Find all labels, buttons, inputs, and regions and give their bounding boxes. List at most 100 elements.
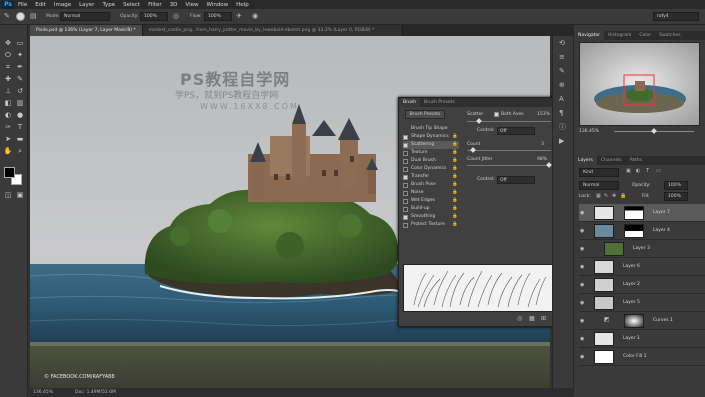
menu-file[interactable]: File [18, 2, 27, 8]
hand-tool-icon[interactable]: ✋ [3, 147, 13, 156]
count-jitter-slider-handle[interactable] [546, 162, 552, 168]
properties-icon[interactable]: ≡ [559, 54, 565, 61]
layer-mask-thumbnail[interactable] [624, 224, 644, 238]
menu-filter[interactable]: Filter [148, 2, 162, 8]
workspace-select[interactable]: rafy4 [653, 12, 699, 21]
lock-icon[interactable]: 🔒 [452, 197, 458, 205]
navigator-preview[interactable] [579, 42, 700, 126]
actions-icon[interactable]: ▶ [559, 138, 564, 145]
scatter-slider-handle[interactable] [476, 118, 482, 124]
menu-3d[interactable]: 3D [170, 2, 178, 8]
layer-name[interactable]: Layer 2 [623, 282, 640, 287]
filter-pixel-icon[interactable]: ▣ [626, 169, 631, 174]
curves-adjustment-icon[interactable]: ◩ [604, 317, 610, 323]
layer-thumbnail[interactable] [594, 224, 614, 238]
layer-thumbnail[interactable] [594, 206, 614, 220]
layer-name[interactable]: Layer 4 [653, 228, 670, 233]
move-tool-icon[interactable]: ✥ [3, 39, 13, 48]
count-slider[interactable] [467, 150, 551, 151]
option-build-up[interactable]: Build-up 🔒 [403, 205, 459, 213]
visibility-eye-icon[interactable]: ◉ [580, 318, 584, 324]
tab-channels[interactable]: Channels [597, 156, 626, 165]
layer-name[interactable]: Layer 3 [633, 246, 650, 251]
tab-paths[interactable]: Paths [626, 156, 646, 165]
status-zoom[interactable]: 136.45% [33, 388, 53, 397]
history-icon[interactable]: ⟲ [559, 40, 565, 47]
clone-source-icon[interactable]: ⊕ [559, 82, 565, 89]
lock-position-icon[interactable]: ✥ [612, 194, 616, 199]
brush-tool-icon[interactable]: ✎ [4, 13, 10, 20]
navigator-zoom-handle[interactable] [651, 128, 657, 134]
visibility-eye-icon[interactable]: ◉ [580, 246, 584, 252]
brush-panel-toggle-icon[interactable]: ▤ [30, 13, 37, 20]
lock-icon[interactable]: 🔒 [452, 213, 458, 221]
option-transfer[interactable]: Transfer 🔒 [403, 173, 459, 181]
lock-icon[interactable]: 🔒 [452, 165, 458, 173]
visibility-eye-icon[interactable]: ◉ [580, 264, 584, 270]
layer-row[interactable]: ◉ Layer 5 [579, 294, 705, 312]
lock-icon[interactable]: 🔒 [452, 157, 458, 165]
option-dual-brush[interactable]: Dual Brush 🔒 [403, 157, 459, 165]
layer-thumbnail[interactable] [594, 332, 614, 346]
tab-brush[interactable]: Brush [399, 98, 420, 107]
option-shape-dynamics[interactable]: Shape Dynamics 🔒 [403, 133, 459, 141]
new-preset-icon[interactable]: ▦ [529, 316, 535, 322]
brush-tool-icon-sel[interactable]: ✎ [15, 75, 25, 84]
brush-preset-picker[interactable] [16, 12, 25, 21]
filter-type-icon[interactable]: T [646, 169, 649, 174]
layer-opacity-field[interactable]: 100% [664, 181, 688, 190]
navigator-zoom[interactable]: 136.45% [579, 129, 599, 134]
control-select[interactable]: Off [497, 127, 535, 135]
pressure-size-icon[interactable]: ◉ [252, 13, 258, 20]
menu-window[interactable]: Window [206, 2, 228, 8]
lock-icon[interactable]: 🔒 [452, 141, 458, 149]
lock-pixels-icon[interactable]: ✎ [604, 194, 608, 199]
screen-mode-icon[interactable]: ▣ [15, 191, 25, 200]
visibility-eye-icon[interactable]: ◉ [580, 300, 584, 306]
lock-icon[interactable]: 🔒 [452, 205, 458, 213]
flow-field[interactable]: 100% [204, 12, 232, 21]
lock-all-icon[interactable]: 🔒 [620, 194, 626, 199]
tab-swatches[interactable]: Swatches [655, 31, 685, 40]
stamp-tool-icon[interactable]: ⊥ [3, 87, 13, 96]
lock-icon[interactable]: 🔒 [452, 149, 458, 157]
quick-mask-icon[interactable]: ◫ [3, 191, 13, 200]
lock-icon[interactable]: 🔒 [452, 133, 458, 141]
menu-view[interactable]: View [185, 2, 198, 8]
lasso-tool-icon[interactable]: ⵔ [3, 51, 13, 60]
layer-thumbnail[interactable] [594, 278, 614, 292]
checkbox[interactable] [403, 206, 408, 212]
control2-select[interactable]: Off [497, 176, 535, 184]
menu-help[interactable]: Help [236, 2, 249, 8]
layer-mask-thumbnail[interactable] [624, 314, 644, 328]
eyedropper-tool-icon[interactable]: ✒ [15, 63, 25, 72]
visibility-eye-icon[interactable]: ◉ [580, 210, 584, 216]
visibility-eye-icon[interactable]: ◉ [580, 282, 584, 288]
tab-pixilo[interactable]: Pixilo.psd @ 136% (Layer 7, Layer Mask/8… [30, 25, 143, 36]
pen-tool-icon[interactable]: ✑ [3, 123, 13, 132]
healing-tool-icon[interactable]: ✚ [3, 75, 13, 84]
zoom-tool-icon[interactable]: ⌕ [15, 147, 25, 156]
option-brush-tip-shape[interactable]: Brush Tip Shape [403, 125, 459, 133]
path-select-tool-icon[interactable]: ➤ [3, 135, 13, 144]
shape-tool-icon[interactable]: ▬ [15, 135, 25, 144]
menu-select[interactable]: Select [123, 2, 140, 8]
option-brush-pose[interactable]: Brush Pose 🔒 [403, 181, 459, 189]
layer-row[interactable]: ◉ Layer 4 [579, 222, 705, 240]
brush-presets-button[interactable]: Brush Presets [405, 110, 445, 119]
layer-row[interactable]: ◉ Layer 3 [579, 240, 705, 258]
count-jitter-slider[interactable] [467, 165, 551, 166]
layer-row[interactable]: ◉ Layer 1 [579, 330, 705, 348]
type-tool-icon[interactable]: T [15, 123, 25, 132]
foreground-color-swatch[interactable] [4, 167, 15, 178]
crop-tool-icon[interactable]: ⌗ [3, 63, 13, 72]
create-brush-icon[interactable]: ⊞ [541, 316, 546, 322]
checkbox[interactable] [403, 150, 408, 156]
checkbox[interactable] [403, 166, 408, 172]
checkbox[interactable] [403, 134, 408, 140]
brush-panel-icon[interactable]: ✎ [559, 68, 565, 75]
both-axes-checkbox[interactable] [494, 112, 499, 117]
opacity-field[interactable]: 100% [140, 12, 168, 21]
count-value[interactable]: 3 [541, 142, 544, 147]
airbrush-icon[interactable]: ✈ [236, 13, 242, 20]
